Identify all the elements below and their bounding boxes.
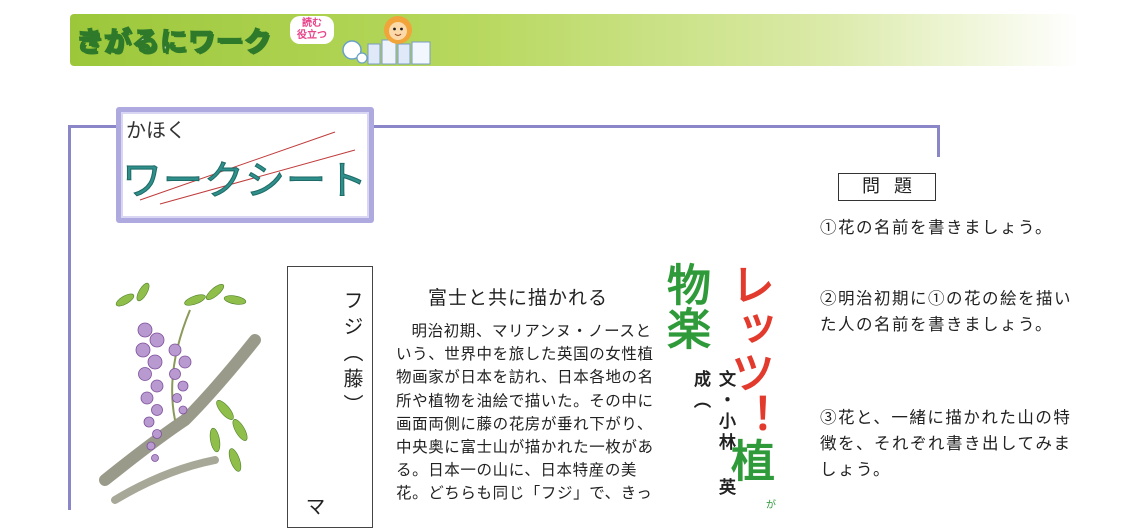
banner-subtitle-line1: 読む [302, 18, 322, 29]
plant-name: フジ（藤） [340, 290, 364, 420]
article-title: 富士と共に描かれる [428, 287, 609, 309]
banner-title: きがるにワーク [75, 26, 272, 59]
worksheet-label-title: ワークシート [122, 158, 368, 205]
worksheet-frame-left [68, 125, 71, 510]
series-title-small: が [766, 500, 776, 511]
questions-header: 問題 [838, 173, 936, 201]
lion-mascot-illustration [342, 16, 431, 65]
question-3: ③花と、一緒に描かれた山の特徴を、それぞれ書き出してみましょう。 [820, 408, 1072, 479]
question-1: ①花の名前を書きましょう。 [820, 218, 1054, 237]
banner-subtitle-line2: 役立つ [297, 30, 327, 41]
worksheet-label-small: かほく [126, 118, 186, 142]
wisteria-illustration [99, 282, 261, 504]
worksheet-frame-right [937, 125, 940, 157]
plant-name-next: マ [302, 496, 326, 522]
banner-subtitle: 読む 役立つ [290, 16, 334, 44]
series-title-part1: レッツ！ [723, 262, 774, 438]
question-2: ②明治初期に①の花の絵を描いた人の名前を書きましょう。 [820, 289, 1072, 334]
article-paragraph: 明治初期、マリアンヌ・ノースという、世界中を旅した英国の女性植物画家が日本を訪れ… [396, 322, 654, 503]
series-title: レッツ！植物楽 [659, 262, 780, 510]
article-body: 明治初期、マリアンヌ・ノースという、世界中を旅した英国の女性植物画家が日本を訪れ… [396, 320, 666, 506]
